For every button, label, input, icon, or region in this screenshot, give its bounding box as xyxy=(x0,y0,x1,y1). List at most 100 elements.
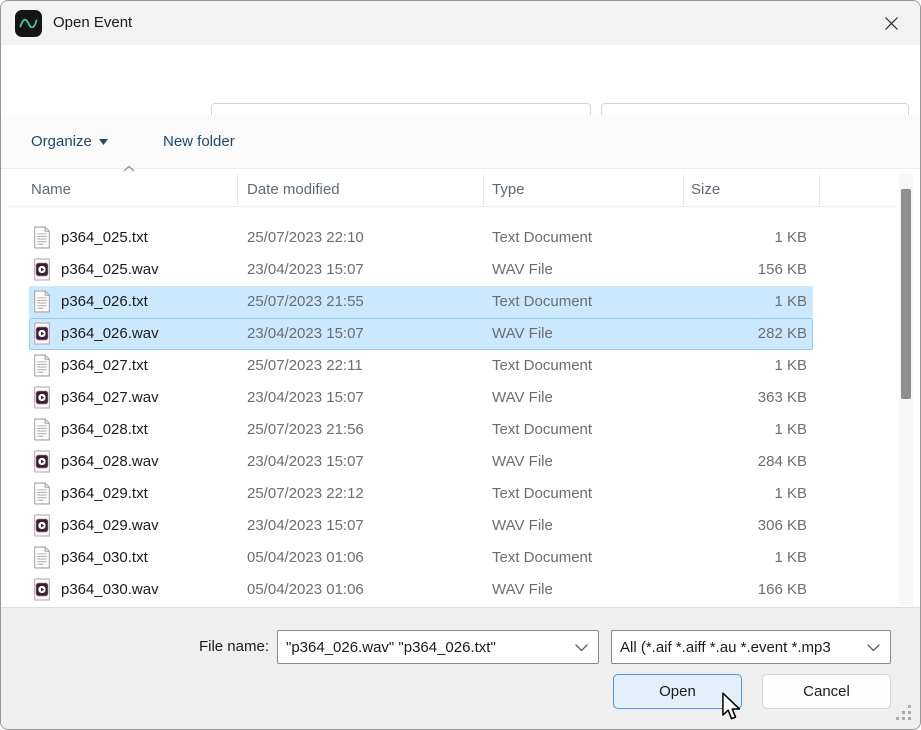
file-type: WAV File xyxy=(492,581,553,598)
file-size: 282 KB xyxy=(589,325,807,342)
file-date-modified: 23/04/2023 15:07 xyxy=(247,453,364,470)
file-name: p364_027.wav xyxy=(61,389,159,406)
file-type: WAV File xyxy=(492,453,553,470)
file-size: 1 KB xyxy=(589,293,807,310)
wav-file-icon xyxy=(33,450,51,478)
scrollbar-thumb[interactable] xyxy=(901,189,911,399)
file-name: p364_025.wav xyxy=(61,261,159,278)
file-name: p364_026.wav xyxy=(61,325,159,342)
file-row[interactable]: p364_025.wav 23/04/2023 15:07 WAV File 1… xyxy=(29,254,813,286)
file-size: 1 KB xyxy=(589,421,807,438)
organize-label: Organize xyxy=(31,133,92,150)
window-title: Open Event xyxy=(53,14,132,31)
open-button[interactable]: Open xyxy=(613,674,742,709)
file-size: 306 KB xyxy=(589,517,807,534)
file-date-modified: 23/04/2023 15:07 xyxy=(247,325,364,342)
file-type-dropdown-icon[interactable] xyxy=(867,644,880,652)
open-event-dialog: Open Event xyxy=(0,0,921,730)
resize-grip[interactable] xyxy=(908,705,911,708)
cancel-button[interactable]: Cancel xyxy=(762,674,891,709)
file-name: p364_030.txt xyxy=(61,549,148,566)
sine-wave-icon xyxy=(19,17,38,30)
file-list: p364_025.txt 25/07/2023 22:10 Text Docum… xyxy=(1,207,920,607)
command-toolbar: Organize New folder ? xyxy=(1,115,920,169)
wav-file-icon xyxy=(33,258,51,286)
file-date-modified: 05/04/2023 01:06 xyxy=(247,581,364,598)
file-size: 284 KB xyxy=(589,453,807,470)
text-file-icon xyxy=(33,354,51,382)
file-name: p364_029.txt xyxy=(61,485,148,502)
file-row[interactable]: p364_029.txt 25/07/2023 22:12 Text Docum… xyxy=(29,478,813,510)
column-header-date-modified[interactable]: Date modified xyxy=(247,173,447,205)
wav-file-icon xyxy=(33,322,51,350)
file-row[interactable]: p364_029.wav 23/04/2023 15:07 WAV File 3… xyxy=(29,510,813,542)
column-divider[interactable] xyxy=(683,174,684,205)
close-button[interactable] xyxy=(874,10,908,36)
file-type: Text Document xyxy=(492,229,592,246)
file-type-select[interactable]: All (*.aif *.aiff *.au *.event *.mp3 xyxy=(611,630,891,664)
file-date-modified: 25/07/2023 21:56 xyxy=(247,421,364,438)
sort-ascending-icon xyxy=(123,165,135,172)
file-row[interactable]: p364_030.wav 05/04/2023 01:06 WAV File 1… xyxy=(29,574,813,606)
text-file-icon xyxy=(33,226,51,254)
file-type: Text Document xyxy=(492,421,592,438)
new-folder-label: New folder xyxy=(163,133,235,150)
column-divider[interactable] xyxy=(819,174,820,205)
caret-down-icon xyxy=(99,139,108,145)
file-row[interactable]: p364_026.wav 23/04/2023 15:07 WAV File 2… xyxy=(29,318,813,350)
column-divider[interactable] xyxy=(483,174,484,205)
file-type: WAV File xyxy=(492,517,553,534)
file-row[interactable]: p364_027.wav 23/04/2023 15:07 WAV File 3… xyxy=(29,382,813,414)
file-date-modified: 23/04/2023 15:07 xyxy=(247,389,364,406)
text-file-icon xyxy=(33,290,51,318)
navigation-bar: « Windo... Audio Search Audio xyxy=(1,45,920,115)
column-header-name[interactable]: Name xyxy=(31,173,211,205)
file-type: WAV File xyxy=(492,389,553,406)
file-type: Text Document xyxy=(492,485,592,502)
file-date-modified: 25/07/2023 21:55 xyxy=(247,293,364,310)
wav-file-icon xyxy=(33,514,51,542)
file-row[interactable]: p364_026.txt 25/07/2023 21:55 Text Docum… xyxy=(29,286,813,318)
wav-file-icon xyxy=(33,386,51,414)
text-file-icon xyxy=(33,482,51,510)
close-icon xyxy=(884,16,899,31)
file-name: p364_029.wav xyxy=(61,517,159,534)
file-type: WAV File xyxy=(492,261,553,278)
file-row[interactable]: p364_027.txt 25/07/2023 22:11 Text Docum… xyxy=(29,350,813,382)
file-name: p364_028.wav xyxy=(61,453,159,470)
file-row[interactable]: p364_028.txt 25/07/2023 21:56 Text Docum… xyxy=(29,414,813,446)
file-type: Text Document xyxy=(492,293,592,310)
text-file-icon xyxy=(33,418,51,446)
file-size: 1 KB xyxy=(589,485,807,502)
file-date-modified: 23/04/2023 15:07 xyxy=(247,261,364,278)
file-size: 1 KB xyxy=(589,549,807,566)
file-type: Text Document xyxy=(492,357,592,374)
file-date-modified: 25/07/2023 22:11 xyxy=(247,357,363,374)
title-bar: Open Event xyxy=(1,1,920,45)
file-name: p364_025.txt xyxy=(61,229,148,246)
file-name: p364_028.txt xyxy=(61,421,148,438)
file-size: 1 KB xyxy=(589,357,807,374)
dialog-footer xyxy=(1,607,920,729)
organize-button[interactable]: Organize xyxy=(31,115,108,168)
file-name: p364_030.wav xyxy=(61,581,159,598)
file-size: 156 KB xyxy=(589,261,807,278)
file-date-modified: 25/07/2023 22:12 xyxy=(247,485,364,502)
file-name-input[interactable] xyxy=(277,630,599,664)
file-date-modified: 23/04/2023 15:07 xyxy=(247,517,364,534)
file-size: 166 KB xyxy=(589,581,807,598)
column-header-type[interactable]: Type xyxy=(492,173,642,205)
new-folder-button[interactable]: New folder xyxy=(163,115,235,168)
file-name: p364_026.txt xyxy=(61,293,148,310)
file-size: 363 KB xyxy=(589,389,807,406)
wav-file-icon xyxy=(33,578,51,606)
file-row[interactable]: p364_025.txt 25/07/2023 22:10 Text Docum… xyxy=(29,222,813,254)
file-row[interactable]: p364_028.wav 23/04/2023 15:07 WAV File 2… xyxy=(29,446,813,478)
file-name: p364_027.txt xyxy=(61,357,148,374)
file-type-value: All (*.aif *.aiff *.au *.event *.mp3 xyxy=(620,639,831,656)
file-size: 1 KB xyxy=(589,229,807,246)
app-icon xyxy=(15,10,42,37)
column-header-size[interactable]: Size xyxy=(691,173,791,205)
file-row[interactable]: p364_030.txt 05/04/2023 01:06 Text Docum… xyxy=(29,542,813,574)
column-divider[interactable] xyxy=(237,174,238,205)
